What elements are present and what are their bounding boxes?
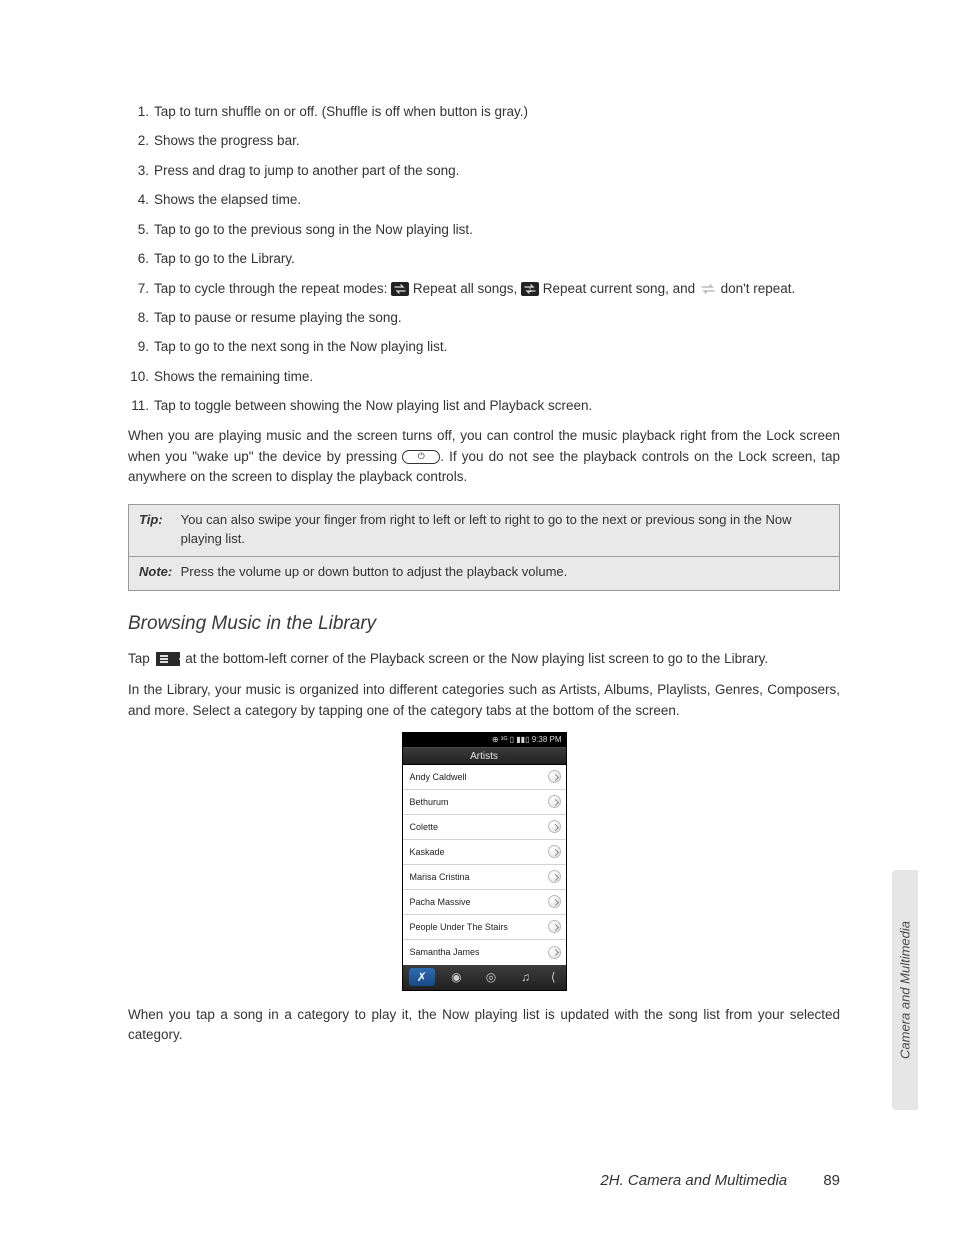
legend-item: Shows the progress bar. [128, 131, 840, 152]
phone-screenshot: ⊕ ³ᴳ ▯ ▮▮▯ 9:38 PM Artists Andy Caldwell… [402, 732, 567, 991]
artist-list: Andy Caldwell Bethurum Colette Kaskade M… [403, 765, 566, 965]
legend-item: Tap to toggle between showing the Now pl… [128, 396, 840, 417]
legend-item: Tap to go to the previous song in the No… [128, 220, 840, 241]
legend-item: Shows the elapsed time. [128, 190, 840, 211]
legend-item: Tap to turn shuffle on or off. (Shuffle … [128, 102, 840, 123]
list-item[interactable]: Samantha James [403, 940, 566, 965]
list-item[interactable]: Bethurum [403, 790, 566, 815]
chevron-right-icon [548, 845, 561, 858]
section-heading: Browsing Music in the Library [128, 613, 840, 635]
artist-name: People Under The Stairs [410, 922, 508, 932]
toolbar-songs-icon[interactable]: ♫ [513, 968, 539, 986]
phone-screen-title: Artists [403, 747, 566, 765]
chevron-right-icon [548, 870, 561, 883]
tip-cell: Tip: You can also swipe your finger from… [129, 505, 840, 557]
library-icon [156, 652, 180, 666]
library-nav-paragraph: Tap at the bottom-left corner of the Pla… [128, 649, 840, 670]
chevron-right-icon [548, 770, 561, 783]
category-play-paragraph: When you tap a song in a category to pla… [128, 1005, 840, 1047]
section-side-tab: Camera and Multimedia [892, 870, 918, 1110]
artist-name: Marisa Cristina [410, 872, 470, 882]
artist-name: Samantha James [410, 947, 480, 957]
legend-item: Press and drag to jump to another part o… [128, 161, 840, 182]
chevron-right-icon [548, 946, 561, 959]
chevron-right-icon [548, 795, 561, 808]
artist-name: Colette [410, 822, 439, 832]
list-item[interactable]: Kaskade [403, 840, 566, 865]
page-footer: 2H. Camera and Multimedia 89 [0, 1172, 954, 1189]
playback-controls-legend: Tap to turn shuffle on or off. (Shuffle … [128, 102, 840, 417]
list-item[interactable]: Andy Caldwell [403, 765, 566, 790]
artist-name: Bethurum [410, 797, 449, 807]
chevron-right-icon [548, 920, 561, 933]
list-item[interactable]: People Under The Stairs [403, 915, 566, 940]
legend-text: Repeat current song, and [543, 281, 699, 296]
phone-toolbar: ✗ ◉ ◎ ♫ ⟨ [403, 965, 566, 990]
body-text: Tap [128, 651, 154, 666]
repeat-all-icon [391, 282, 409, 296]
note-text: Press the volume up or down button to ad… [181, 563, 827, 581]
legend-text: don't repeat. [721, 281, 796, 296]
toolbar-playlists-icon[interactable]: ◎ [478, 968, 504, 986]
artist-name: Kaskade [410, 847, 445, 857]
legend-item: Tap to pause or resume playing the song. [128, 308, 840, 329]
list-item[interactable]: Pacha Massive [403, 890, 566, 915]
legend-text: Repeat all songs, [413, 281, 521, 296]
repeat-off-icon [699, 282, 717, 296]
power-button-icon [402, 450, 440, 464]
toolbar-more-icon[interactable]: ⟨ [547, 968, 559, 986]
tip-label: Tip: [139, 511, 177, 529]
repeat-one-icon: 1 [521, 282, 539, 296]
tip-text: You can also swipe your finger from righ… [181, 511, 827, 548]
legend-text: Tap to cycle through the repeat modes: [154, 281, 391, 296]
library-categories-paragraph: In the Library, your music is organized … [128, 680, 840, 722]
legend-item: Tap to go to the Library. [128, 249, 840, 270]
footer-section-title: 2H. Camera and Multimedia [600, 1172, 787, 1189]
side-tab-label: Camera and Multimedia [898, 921, 913, 1059]
note-cell: Note: Press the volume up or down button… [129, 557, 840, 590]
legend-item: Tap to go to the next song in the Now pl… [128, 337, 840, 358]
list-item[interactable]: Colette [403, 815, 566, 840]
toolbar-artists-icon[interactable]: ✗ [409, 968, 435, 986]
legend-item: Tap to cycle through the repeat modes: R… [128, 279, 840, 300]
note-label: Note: [139, 563, 177, 581]
body-text: at the bottom-left corner of the Playbac… [185, 651, 768, 666]
chevron-right-icon [548, 895, 561, 908]
tip-note-table: Tip: You can also swipe your finger from… [128, 504, 840, 590]
artist-name: Andy Caldwell [410, 772, 467, 782]
phone-status-bar: ⊕ ³ᴳ ▯ ▮▮▯ 9:38 PM [403, 733, 566, 747]
artist-name: Pacha Massive [410, 897, 471, 907]
lock-screen-paragraph: When you are playing music and the scree… [128, 426, 840, 489]
page-number: 89 [823, 1172, 840, 1189]
chevron-right-icon [548, 820, 561, 833]
legend-item: Shows the remaining time. [128, 367, 840, 388]
toolbar-albums-icon[interactable]: ◉ [443, 968, 469, 986]
list-item[interactable]: Marisa Cristina [403, 865, 566, 890]
